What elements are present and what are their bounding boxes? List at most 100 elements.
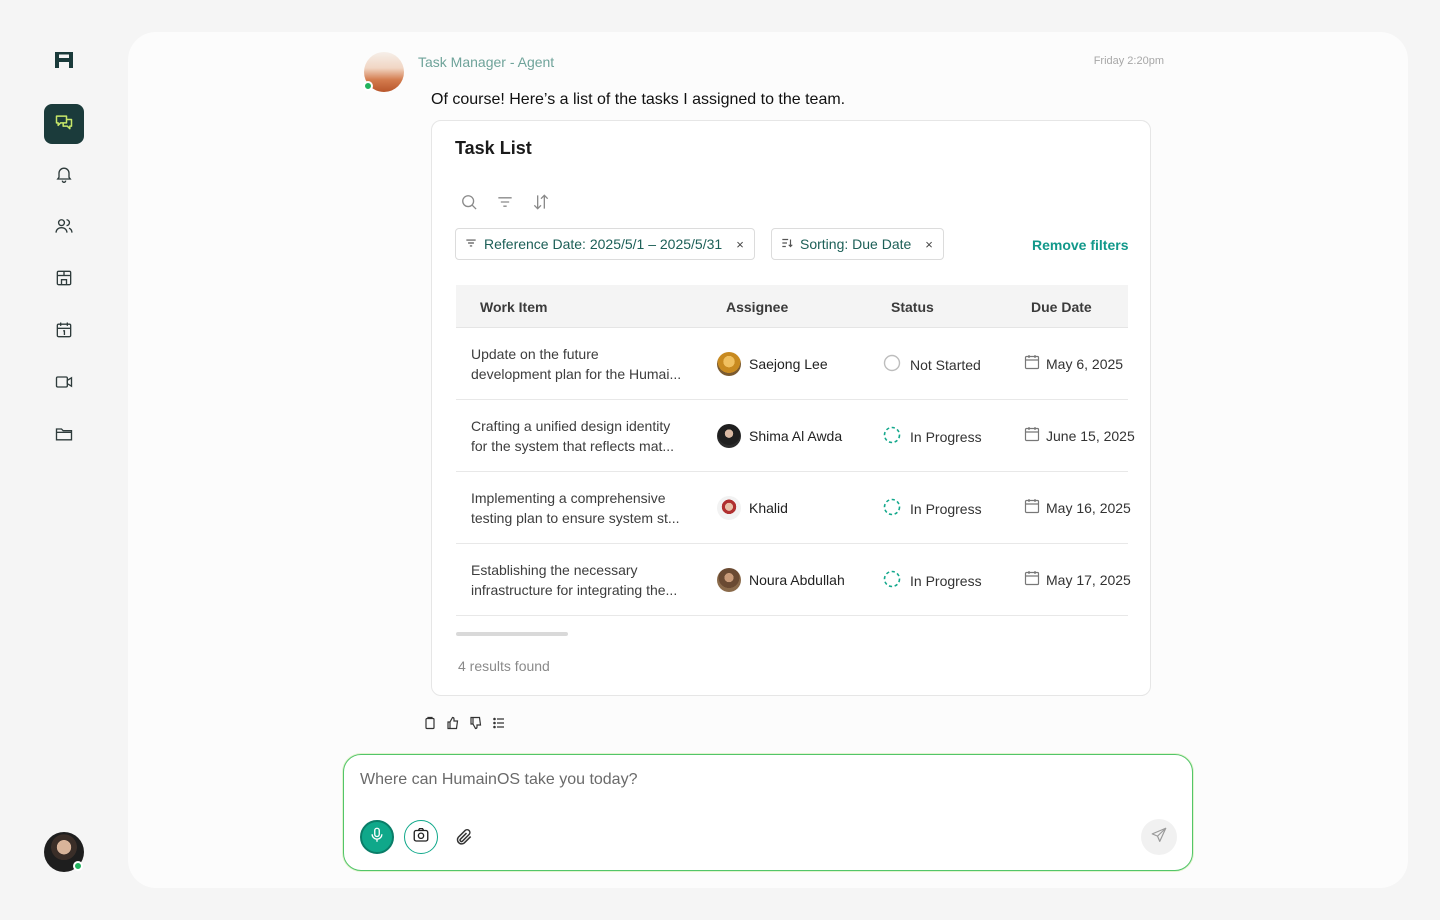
bell-icon [54,164,74,189]
microphone-icon [368,826,386,849]
status-text: In Progress [910,572,982,589]
not-started-icon [883,354,901,375]
voice-input-button[interactable] [360,820,394,854]
filter-chip-reference-date[interactable]: Reference Date: 2025/5/1 – 2025/5/31 × [455,228,755,260]
nav-notifications[interactable] [44,156,84,196]
in-progress-icon [883,426,901,447]
agent-online-dot [363,81,373,91]
sidebar [0,0,128,920]
calendar-icon [1024,498,1040,517]
work-item-cell: Crafting a unified design identity for t… [471,416,691,456]
table-header: Work Item Assignee Status Due Date [456,285,1128,328]
message-text: Of course! Here’s a list of the tasks I … [431,91,846,108]
work-item-line: for the system that reflects mat... [471,438,675,454]
remove-filters-button[interactable]: Remove filters [1032,237,1128,253]
avatar [717,352,741,376]
assignee-cell: Noura Abdullah [717,568,845,592]
assignee-name: Saejong Lee [749,356,828,372]
status-cell: In Progress [883,570,982,591]
filter-icon[interactable] [495,192,515,212]
filter-chip-label: Sorting: Due Date [800,236,912,252]
message-input[interactable] [360,771,1160,789]
assignee-name: Noura Abdullah [749,572,845,588]
column-header-assignee[interactable]: Assignee [726,299,788,315]
calendar-icon [1024,354,1040,373]
due-date-text: June 15, 2025 [1046,427,1135,444]
search-icon[interactable] [459,192,479,212]
status-cell: Not Started [883,354,981,375]
work-item-line: development plan for the Humai... [471,366,682,382]
calendar-icon [1024,570,1040,589]
due-date-cell: June 15, 2025 [1024,426,1135,445]
copy-icon[interactable] [423,716,437,730]
status-cell: In Progress [883,426,982,447]
due-date-text: May 16, 2025 [1046,499,1131,516]
message-actions [423,716,506,730]
status-text: In Progress [910,500,982,517]
message-composer [343,754,1193,871]
app-logo[interactable] [52,48,76,72]
table-row[interactable]: Crafting a unified design identity for t… [456,400,1135,472]
assignee-cell: Shima Al Awda [717,424,842,448]
table-row[interactable]: Establishing the necessary infrastructur… [456,544,1131,616]
nav-video[interactable] [44,364,84,404]
camera-button[interactable] [404,820,438,854]
send-icon [1150,826,1168,849]
due-date-cell: May 16, 2025 [1024,498,1131,517]
filter-icon [464,236,478,253]
card-title: Task List [455,138,532,158]
calendar-icon [54,320,74,345]
nav-calendar[interactable] [44,312,84,352]
avatar [717,496,741,520]
avatar [717,568,741,592]
assignee-cell: Saejong Lee [717,352,828,376]
folder-icon [54,424,74,449]
work-item-line: Implementing a comprehensive [471,490,666,506]
close-icon[interactable]: × [736,237,744,252]
chat-icon [54,112,74,137]
in-progress-icon [883,498,901,519]
filter-chip-label: Reference Date: 2025/5/1 – 2025/5/31 [484,236,723,252]
send-button[interactable] [1141,819,1177,855]
assignee-cell: Khalid [717,496,788,520]
list-icon[interactable] [492,716,506,730]
agent-name: Task Manager - Agent [418,54,555,70]
filter-chip-sorting[interactable]: Sorting: Due Date × [771,228,944,260]
work-item-line: testing plan to ensure system st... [471,510,680,526]
results-count: 4 results found [458,658,550,674]
table-row[interactable]: Update on the future development plan fo… [456,328,1128,400]
video-icon [54,372,74,397]
work-item-line: Establishing the necessary [471,562,638,578]
store-icon [54,268,74,293]
avatar [717,424,741,448]
calendar-icon [1024,426,1040,445]
close-icon[interactable]: × [925,237,933,252]
nav-chat[interactable] [44,104,84,144]
due-date-text: May 17, 2025 [1046,571,1131,588]
work-item-cell: Establishing the necessary infrastructur… [471,560,691,600]
paperclip-icon[interactable] [454,827,476,849]
status-cell: In Progress [883,498,982,519]
column-header-due-date[interactable]: Due Date [1031,299,1092,315]
column-header-status[interactable]: Status [891,299,934,315]
sort-lines-icon [780,236,794,253]
message-time: Friday 2:20pm [1093,55,1164,67]
due-date-cell: May 6, 2025 [1024,354,1123,373]
status-text: In Progress [910,428,982,445]
table-row[interactable]: Implementing a comprehensive testing pla… [456,472,1131,544]
thumbs-down-icon[interactable] [469,716,483,730]
in-progress-icon [883,570,901,591]
thumbs-up-icon[interactable] [446,716,460,730]
work-item-cell: Update on the future development plan fo… [471,344,691,384]
nav-files[interactable] [44,416,84,456]
column-header-work-item[interactable]: Work Item [480,299,547,315]
nav-store[interactable] [44,260,84,300]
due-date-text: May 6, 2025 [1046,355,1124,372]
sort-icon[interactable] [531,192,551,212]
horizontal-scrollbar[interactable] [456,632,568,636]
nav-users[interactable] [44,208,84,248]
assignee-name: Khalid [749,500,788,516]
task-list-card: Task List Reference Date: 2025/5/1 – 202… [431,120,1151,696]
work-item-line: infrastructure for integrating the... [471,582,678,598]
work-item-line: Update on the future [471,346,599,362]
